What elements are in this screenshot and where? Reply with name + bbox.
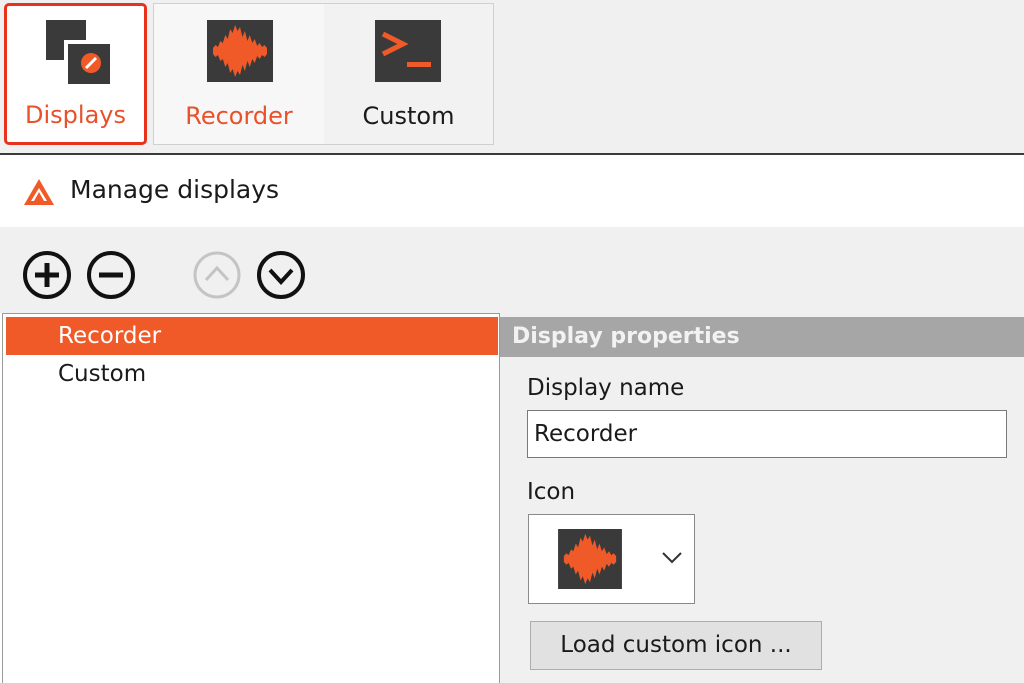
list-item-custom[interactable]: Custom (6, 355, 498, 393)
display-name-input[interactable] (527, 410, 1007, 458)
tab-custom[interactable]: Custom (324, 4, 493, 144)
ribbon: Displays Recorder Custom (0, 0, 1024, 153)
tab-recorder[interactable]: Recorder (154, 4, 324, 144)
display-list[interactable]: Recorder Custom (2, 313, 500, 683)
app-logo-icon (24, 179, 54, 205)
add-button[interactable] (20, 248, 74, 302)
move-down-icon (257, 251, 305, 299)
remove-button[interactable] (84, 248, 138, 302)
icon-dropdown[interactable] (528, 514, 695, 604)
move-up-button[interactable] (190, 248, 244, 302)
displays-icon (46, 20, 110, 84)
display-name-label: Display name (527, 375, 685, 401)
tab-group: Recorder Custom (153, 3, 494, 145)
tab-displays[interactable]: Displays (4, 3, 147, 145)
move-down-button[interactable] (254, 248, 308, 302)
add-circle-icon (23, 251, 71, 299)
icon-label: Icon (527, 479, 576, 505)
panel-title: Display properties (500, 317, 1024, 357)
tab-displays-label: Displays (25, 101, 126, 129)
move-up-icon (193, 251, 241, 299)
toolbar (0, 227, 1024, 313)
page-title: Manage displays (70, 175, 280, 204)
recorder-waveform-icon (207, 20, 273, 82)
terminal-prompt-icon (375, 20, 441, 82)
chevron-down-icon (662, 552, 682, 564)
page-header: Manage displays (0, 155, 1024, 227)
load-custom-icon-button[interactable]: Load custom icon ... (530, 621, 822, 670)
display-properties-panel: Display properties Display name Icon Loa… (500, 313, 1024, 683)
recorder-waveform-icon (558, 529, 622, 589)
list-item-recorder[interactable]: Recorder (6, 317, 498, 355)
tab-custom-label: Custom (362, 102, 455, 130)
tab-recorder-label: Recorder (185, 102, 293, 130)
remove-circle-icon (87, 251, 135, 299)
